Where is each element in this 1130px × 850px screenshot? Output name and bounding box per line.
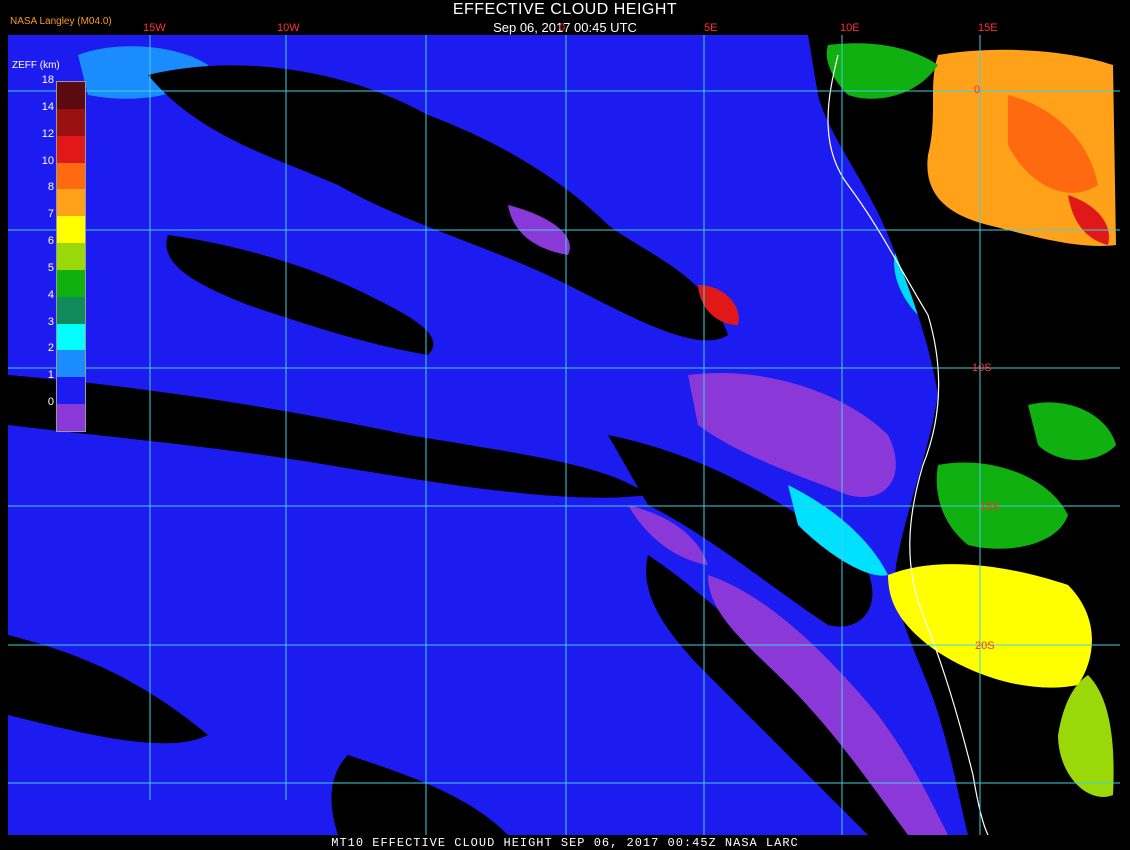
legend-swatch xyxy=(57,377,85,405)
color-legend: ZEFF (km) 18 14 12 10 8 7 6 5 4 3 2 1 0 xyxy=(10,60,86,440)
lat-label-0: 0 xyxy=(974,84,981,96)
legend-bar xyxy=(56,81,86,432)
legend-label: 0 xyxy=(47,396,54,409)
footer-caption: MT10 EFFECTIVE CLOUD HEIGHT SEP 06, 2017… xyxy=(331,836,799,850)
legend-swatch xyxy=(57,269,85,297)
legend-label: 10 xyxy=(41,154,54,167)
lon-label-15e: 15E xyxy=(978,22,998,34)
legend-label: 2 xyxy=(47,342,54,355)
legend-label: 3 xyxy=(47,315,54,328)
credit-label: NASA Langley (M04.0) xyxy=(10,16,112,27)
legend-label: 6 xyxy=(47,235,54,248)
legend-swatch xyxy=(57,404,85,431)
lat-label-10s: 10S xyxy=(972,362,992,374)
legend-swatch xyxy=(57,162,85,190)
legend-label: 4 xyxy=(47,288,54,301)
lon-label-10e: 10E xyxy=(840,22,860,34)
map-svg xyxy=(8,35,1120,835)
cloud-height-map xyxy=(8,35,1120,835)
legend-swatch xyxy=(57,189,85,217)
legend-swatch xyxy=(57,350,85,378)
legend-swatch xyxy=(57,108,85,136)
legend-swatch xyxy=(57,82,85,109)
lat-label-20s: 20S xyxy=(975,640,995,652)
legend-label: 5 xyxy=(47,261,54,274)
legend-label: 18 xyxy=(41,74,54,86)
legend-label: 1 xyxy=(47,369,54,382)
lat-label-15s: 15S xyxy=(980,501,1000,513)
legend-label: 8 xyxy=(47,181,54,194)
lon-label-15w: 15W xyxy=(143,22,166,34)
legend-swatch xyxy=(57,323,85,351)
lon-label-0: 0 xyxy=(559,22,566,34)
legend-swatch xyxy=(57,296,85,324)
legend-swatch xyxy=(57,216,85,244)
legend-label: 14 xyxy=(41,100,54,113)
legend-swatch xyxy=(57,135,85,163)
lon-label-5e: 5E xyxy=(704,22,718,34)
legend-title: ZEFF (km) xyxy=(12,60,60,71)
page-title: EFFECTIVE CLOUD HEIGHT xyxy=(452,1,678,18)
legend-label: 12 xyxy=(41,127,54,140)
legend-label: 7 xyxy=(47,208,54,221)
lon-label-10w: 10W xyxy=(277,22,300,34)
legend-swatch xyxy=(57,243,85,270)
